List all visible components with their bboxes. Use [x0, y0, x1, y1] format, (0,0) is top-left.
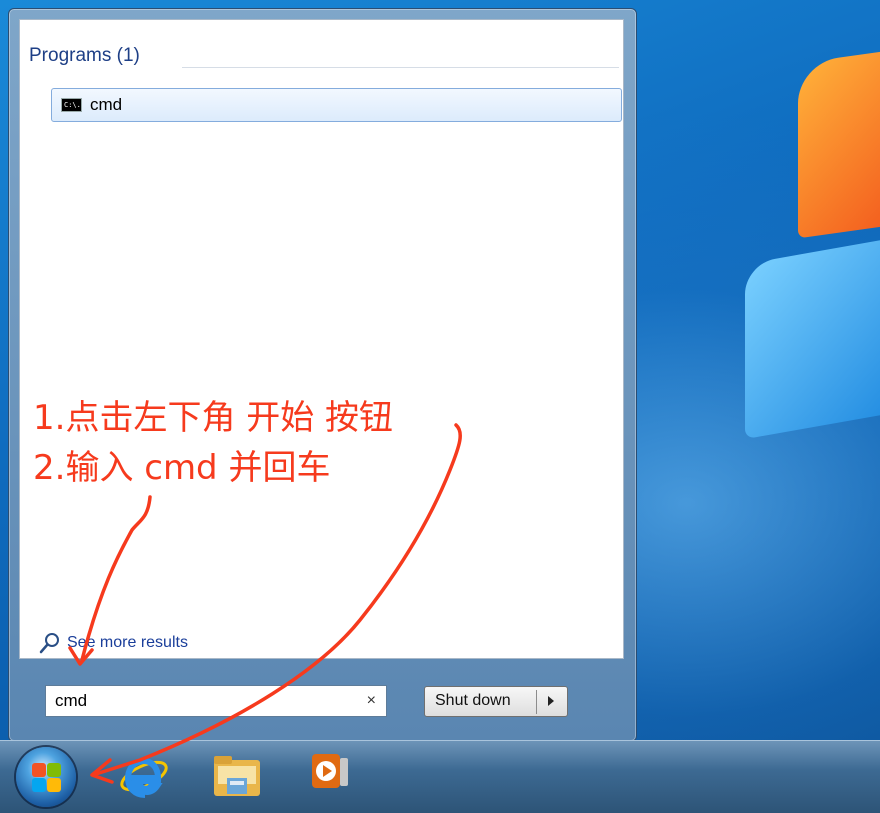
- windows-logo-blue-segment: [745, 235, 880, 440]
- windows-flag-yellow: [47, 778, 61, 792]
- windows-flag-green: [47, 763, 61, 777]
- result-item-cmd[interactable]: C:\. cmd: [51, 88, 622, 122]
- windows-flag-blue: [32, 778, 46, 792]
- windows-explorer-icon[interactable]: [212, 752, 262, 798]
- result-label: cmd: [90, 95, 123, 114]
- shutdown-label: Shut down: [435, 692, 511, 709]
- search-value: cmd: [55, 691, 88, 710]
- annotation-step-1: 1.点击左下角 开始 按钮: [33, 398, 394, 438]
- windows-flag-icon: [32, 763, 46, 777]
- programs-section-header: Programs (1): [29, 45, 140, 66]
- command-prompt-icon: C:\.: [61, 98, 82, 112]
- start-button[interactable]: [16, 747, 76, 807]
- annotation-step-2: 2.输入 cmd 并回车: [33, 448, 331, 488]
- magnifier-icon: [39, 633, 59, 654]
- windows-logo-red-segment: [798, 46, 880, 239]
- section-divider: [182, 67, 619, 68]
- search-input[interactable]: cmd ×: [45, 685, 387, 717]
- see-more-results-label: See more results: [67, 634, 188, 651]
- shutdown-button[interactable]: Shut down: [424, 686, 568, 717]
- start-menu: Programs (1) C:\. cmd See more results c…: [8, 8, 637, 742]
- windows-media-player-icon[interactable]: [310, 752, 352, 792]
- shutdown-options-arrow-icon[interactable]: [548, 696, 554, 706]
- internet-explorer-icon[interactable]: [118, 750, 170, 802]
- clear-search-icon[interactable]: ×: [367, 692, 376, 710]
- shutdown-separator: [536, 690, 537, 714]
